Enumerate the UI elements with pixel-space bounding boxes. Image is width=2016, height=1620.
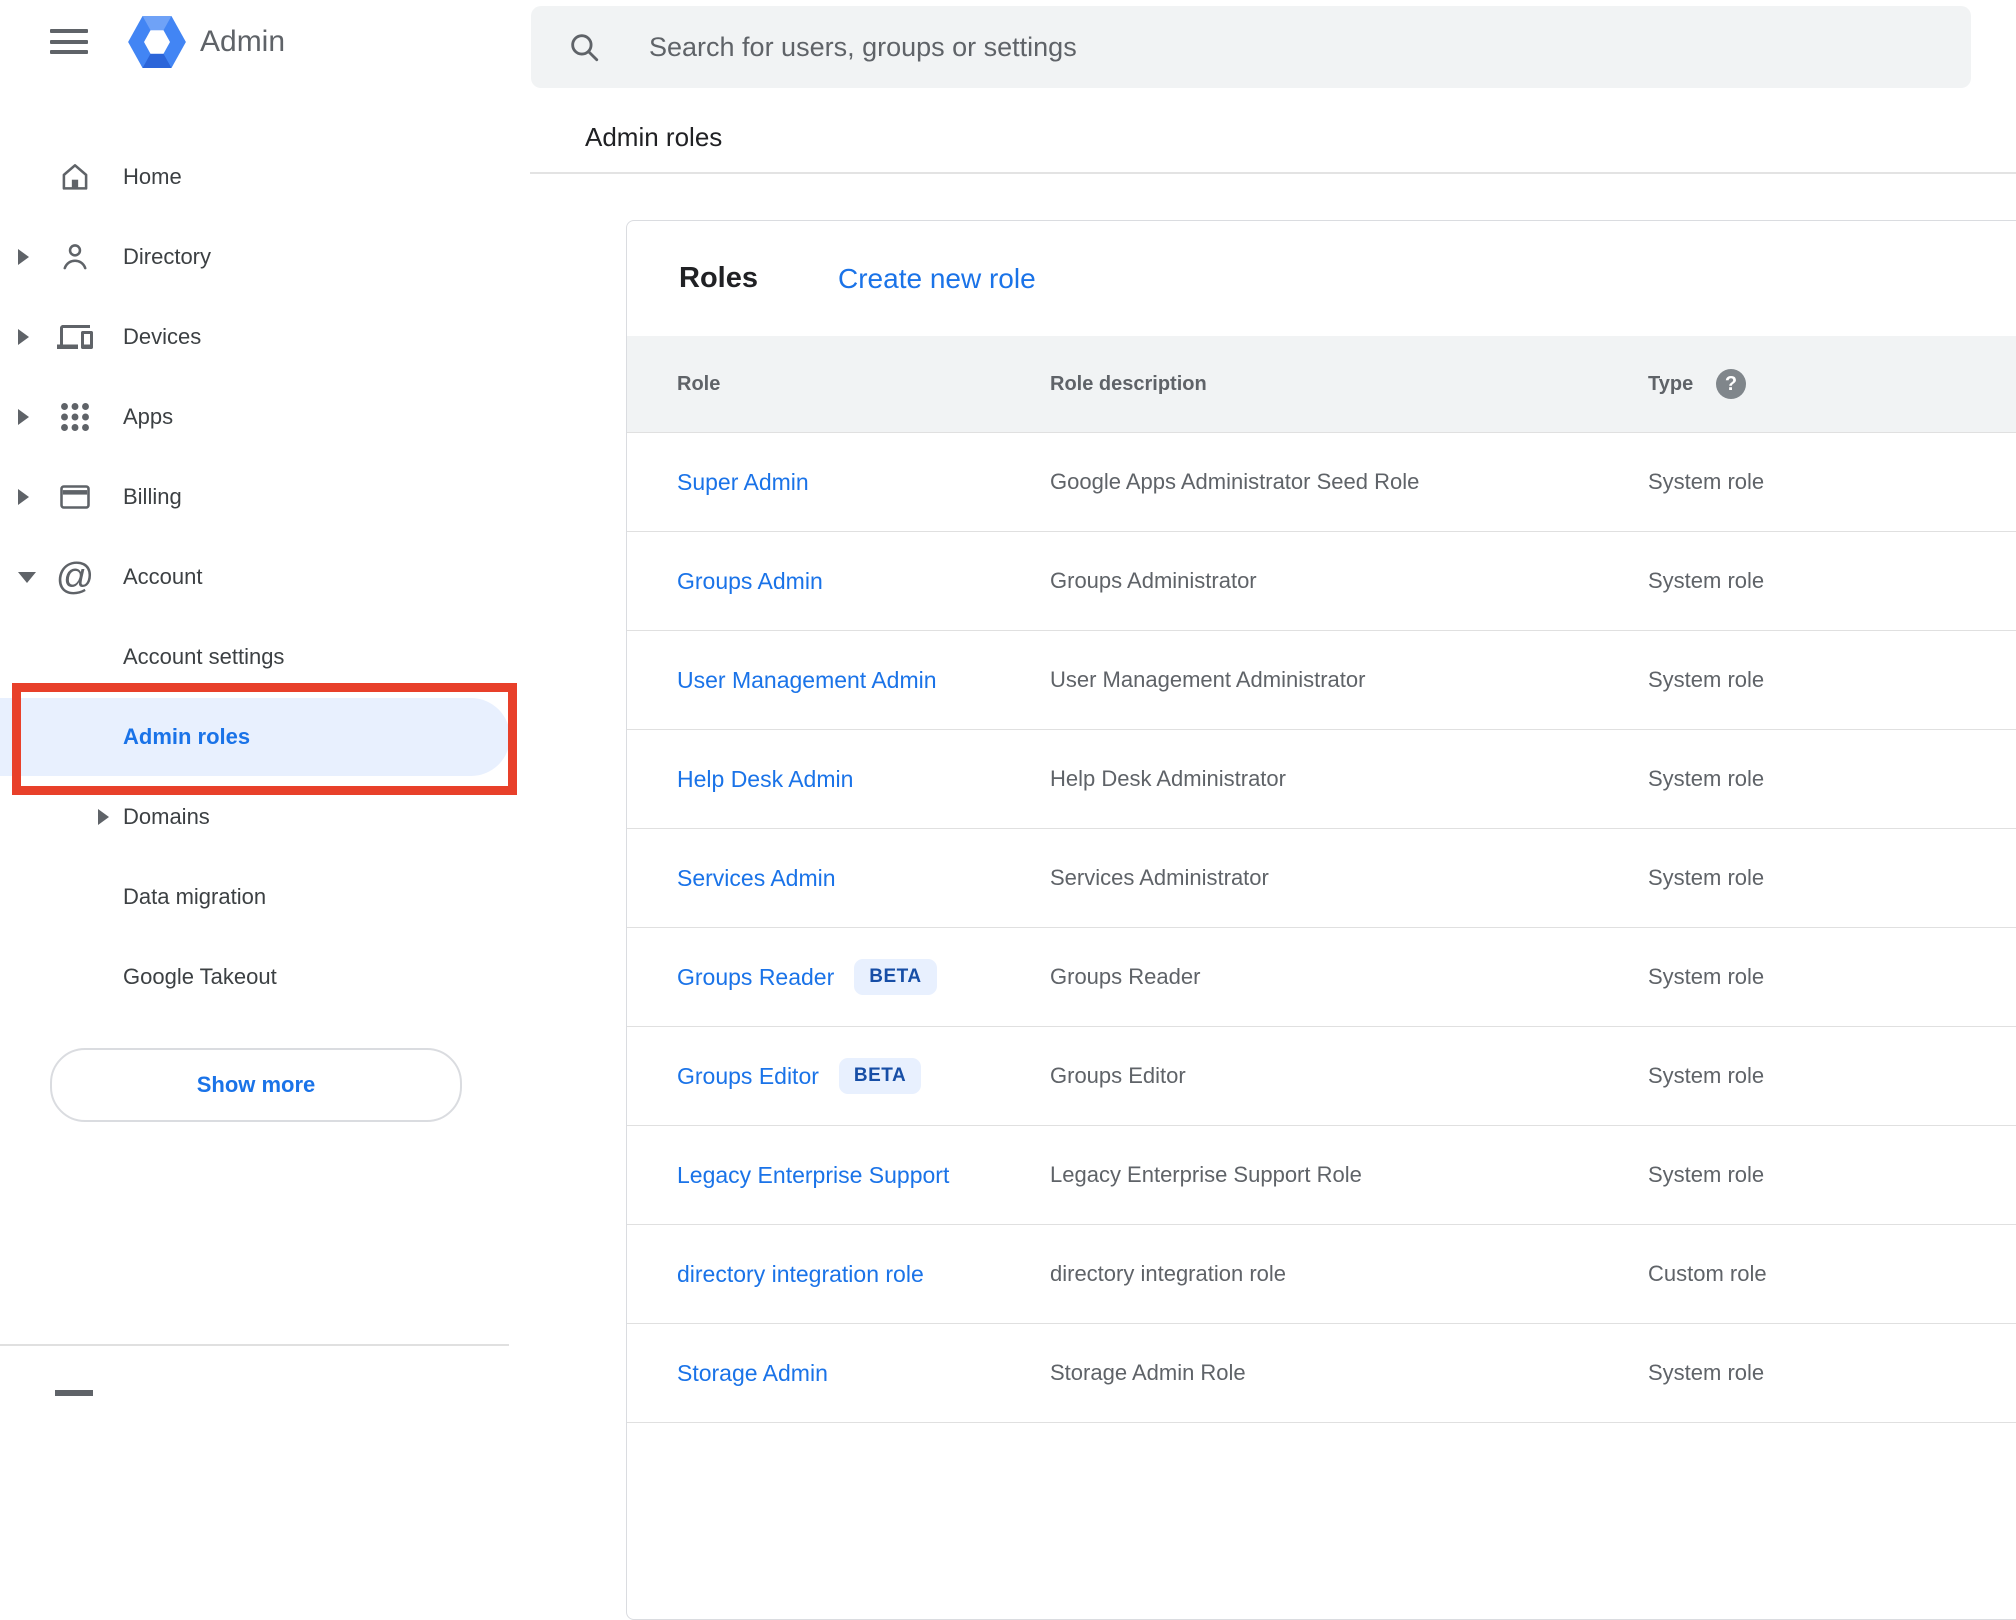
sidebar-item-google-takeout[interactable]: Google Takeout — [0, 937, 531, 1017]
beta-badge: BETA — [854, 959, 937, 995]
expand-arrow-icon[interactable] — [18, 329, 29, 345]
sidebar-item-apps[interactable]: Apps — [0, 377, 531, 457]
header-divider — [530, 172, 2016, 174]
role-description: Services Administrator — [1050, 865, 1269, 890]
role-link[interactable]: User Management Admin — [677, 667, 937, 694]
type-help-icon[interactable]: ? — [1716, 369, 1746, 399]
sidebar-item-directory[interactable]: Directory — [0, 217, 531, 297]
role-type: System role — [1648, 865, 1765, 890]
at-sign-icon: @ — [55, 556, 95, 598]
search-icon — [567, 30, 601, 64]
sidebar-item-label: Account settings — [123, 644, 285, 669]
role-description: Legacy Enterprise Support Role — [1050, 1162, 1362, 1187]
role-description: Groups Administrator — [1050, 568, 1257, 593]
home-icon — [57, 159, 93, 195]
devices-icon — [57, 319, 93, 355]
role-link[interactable]: Groups Editor — [677, 1063, 819, 1090]
table-row-groups-admin: Groups Admin Groups Administrator System… — [627, 532, 2016, 631]
sidebar-item-label: Admin roles — [123, 724, 251, 749]
expand-arrow-icon[interactable] — [18, 409, 29, 425]
sidebar-item-billing[interactable]: Billing — [0, 457, 531, 537]
collapse-arrow-icon[interactable] — [18, 571, 36, 583]
expand-arrow-icon[interactable] — [18, 249, 29, 265]
menu-icon[interactable] — [50, 29, 88, 54]
role-type: System role — [1648, 667, 1765, 692]
role-type: System role — [1648, 469, 1765, 494]
table-row-super-admin: Super Admin Google Apps Administrator Se… — [627, 433, 2016, 532]
sidebar-item-data-migration[interactable]: Data migration — [0, 857, 531, 937]
credit-card-icon — [57, 479, 93, 515]
role-description: Help Desk Administrator — [1050, 766, 1286, 791]
sidebar-item-label: Directory — [123, 244, 212, 269]
role-description: directory integration role — [1050, 1261, 1287, 1286]
table-row-services-admin: Services Admin Services Administrator Sy… — [627, 829, 2016, 928]
role-type: Custom role — [1648, 1261, 1767, 1286]
sidebar-item-label: Home — [123, 164, 182, 189]
roles-card-header: Roles Create new role — [627, 221, 2016, 336]
show-more-button[interactable]: Show more — [50, 1048, 462, 1122]
create-new-role-link[interactable]: Create new role — [838, 221, 1036, 336]
page-title: Admin roles — [585, 122, 723, 152]
search-bar[interactable] — [531, 6, 1971, 88]
sidebar-item-domains[interactable]: Domains — [0, 777, 531, 857]
person-icon — [57, 239, 93, 275]
app-title: Admin — [200, 25, 286, 58]
sidebar-item-label: Data migration — [123, 884, 267, 909]
sidebar-item-label: Apps — [123, 404, 174, 429]
apps-icon — [57, 399, 93, 435]
role-type: System role — [1648, 766, 1765, 791]
role-description: Groups Editor — [1050, 1063, 1186, 1088]
table-header-row: Role Role description Type ? — [627, 336, 2016, 433]
role-link[interactable]: directory integration role — [677, 1261, 924, 1288]
expand-arrow-icon[interactable] — [18, 489, 29, 505]
role-link[interactable]: Storage Admin — [677, 1360, 828, 1387]
sidebar-item-label: Google Takeout — [123, 964, 277, 989]
table-row-directory-integration-role: directory integration role directory int… — [627, 1225, 2016, 1324]
search-input[interactable] — [647, 30, 1971, 64]
sidebar-item-account-settings[interactable]: Account settings — [0, 617, 531, 697]
sidebar-item-label: Billing — [123, 484, 182, 509]
roles-card: Roles Create new role Role Role descript… — [626, 220, 2016, 1620]
table-row-user-management-admin: User Management Admin User Management Ad… — [627, 631, 2016, 730]
role-type: System role — [1648, 964, 1765, 989]
table-body: Super Admin Google Apps Administrator Se… — [627, 433, 2016, 1423]
role-description: Google Apps Administrator Seed Role — [1050, 469, 1420, 494]
table-row-help-desk-admin: Help Desk Admin Help Desk Administrator … — [627, 730, 2016, 829]
table-row-legacy-enterprise-support: Legacy Enterprise Support Legacy Enterpr… — [627, 1126, 2016, 1225]
sidebar-item-home[interactable]: Home — [0, 137, 531, 217]
sidebar-item-account[interactable]: @ Account — [0, 537, 531, 617]
column-header-type: Type — [1648, 372, 1694, 395]
role-link[interactable]: Help Desk Admin — [677, 766, 853, 793]
sidebar-divider — [0, 1344, 509, 1346]
sidebar-item-label: Devices — [123, 324, 202, 349]
sidebar-item-admin-roles[interactable]: Admin roles — [0, 697, 531, 777]
table-row-groups-reader: Groups Reader BETA Groups Reader System … — [627, 928, 2016, 1027]
table-row-groups-editor: Groups Editor BETA Groups Editor System … — [627, 1027, 2016, 1126]
role-description: Groups Reader — [1050, 964, 1201, 989]
role-type: System role — [1648, 1360, 1765, 1385]
sidebar: Home Directory Devices Apps Billing @ Ac… — [0, 137, 531, 1017]
column-header-role: Role — [677, 372, 721, 395]
sidebar-item-label: Account — [123, 564, 203, 589]
expand-arrow-icon[interactable] — [98, 809, 109, 825]
table-row-storage-admin: Storage Admin Storage Admin Role System … — [627, 1324, 2016, 1423]
role-link[interactable]: Groups Reader — [677, 964, 834, 991]
role-type: System role — [1648, 1063, 1765, 1088]
role-link[interactable]: Groups Admin — [677, 568, 823, 595]
admin-logo-icon — [128, 16, 186, 68]
role-link[interactable]: Legacy Enterprise Support — [677, 1162, 949, 1189]
role-type: System role — [1648, 1162, 1765, 1187]
role-description: Storage Admin Role — [1050, 1360, 1246, 1385]
role-description: User Management Administrator — [1050, 667, 1366, 692]
role-link[interactable]: Services Admin — [677, 865, 836, 892]
role-link[interactable]: Super Admin — [677, 469, 809, 496]
role-type: System role — [1648, 568, 1765, 593]
column-header-role-description: Role description — [1050, 372, 1207, 395]
partial-building-icon — [55, 1390, 93, 1396]
beta-badge: BETA — [838, 1058, 922, 1094]
sidebar-item-devices[interactable]: Devices — [0, 297, 531, 377]
card-title: Roles — [679, 262, 758, 294]
sidebar-item-label: Domains — [123, 804, 210, 829]
